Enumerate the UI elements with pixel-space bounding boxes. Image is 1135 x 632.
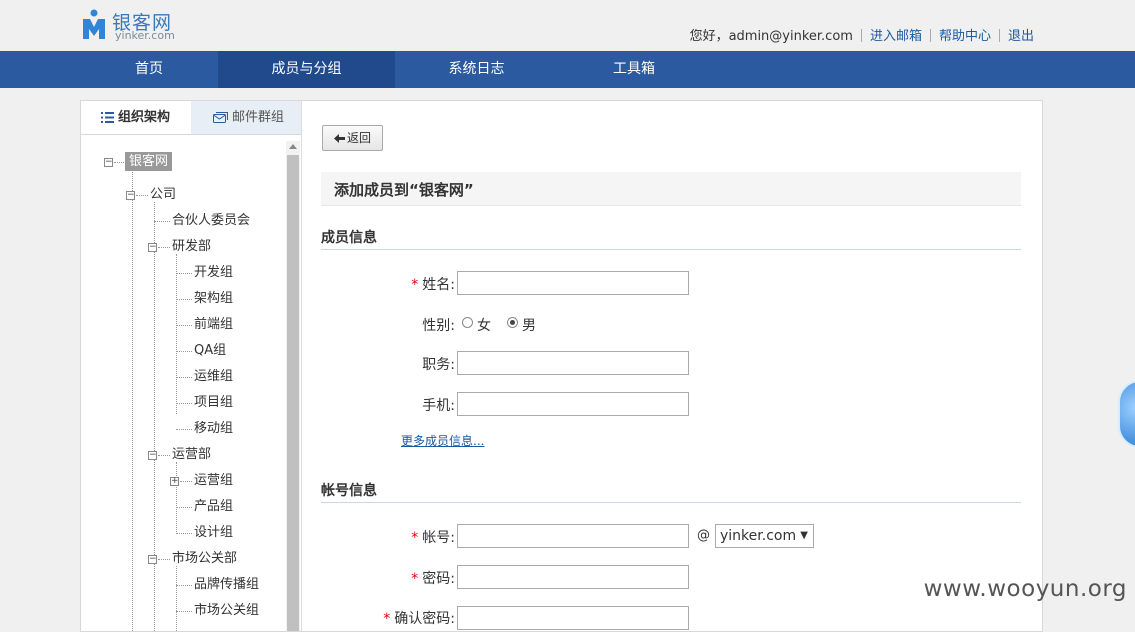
account-info-section: 帐号信息 (321, 480, 1021, 503)
tab-mail-label: 邮件群组 (232, 110, 285, 125)
tree-node-project[interactable]: 项目组 (194, 393, 233, 413)
logout-link[interactable]: 退出 (1008, 29, 1034, 44)
tree-collapse-icon[interactable]: − (148, 243, 157, 252)
tree-collapse-icon[interactable]: − (148, 555, 157, 564)
tab-org-structure[interactable]: 组织架构 (81, 101, 191, 134)
tree-node-ops[interactable]: 运营部 (172, 445, 211, 465)
tree-expand-icon[interactable]: + (170, 477, 179, 486)
tree-node-frontend[interactable]: 前端组 (194, 315, 233, 335)
tree-collapse-icon[interactable]: − (126, 191, 135, 200)
back-button[interactable]: 返回 (322, 125, 383, 151)
gender-label: 性别: (422, 318, 455, 334)
mobile-input[interactable] (457, 392, 689, 416)
more-member-info-link[interactable]: 更多成员信息... (401, 432, 484, 449)
tree-collapse-icon[interactable]: − (148, 451, 157, 460)
at-sign: @ (697, 528, 710, 543)
password-input[interactable] (457, 565, 689, 589)
logo-icon (83, 9, 105, 39)
tab-org-label: 组织架构 (118, 110, 171, 125)
confirm-password-label: * 确认密码: (383, 611, 455, 627)
sidebar-tabs: 组织架构 邮件群组 (81, 101, 301, 135)
scroll-up-arrow-icon[interactable] (289, 144, 297, 149)
gender-male-radio[interactable] (507, 317, 518, 328)
watermark-text: www.wooyun.org (923, 576, 1127, 602)
domain-select-value: yinker.com (720, 528, 797, 544)
tab-mail-groups[interactable]: 邮件群组 (191, 101, 301, 134)
gender-male-label: 男 (522, 318, 536, 334)
dropdown-arrow-icon: ▼ (800, 530, 808, 541)
org-tree: − 银客网 − 公司 合伙人委员会 − 研发部 开发组 架构组 前端组 QA组 … (81, 135, 286, 631)
top-bar: 银客网 yinker.com 您好，admin@yinker.com 进入邮箱 帮助… (0, 0, 1135, 51)
member-section-title: 成员信息 (321, 230, 377, 246)
tree-node-brand[interactable]: 品牌传播组 (194, 575, 259, 595)
tree-node-pr[interactable]: 市场公关组 (194, 601, 259, 621)
position-input[interactable] (457, 351, 689, 375)
name-input[interactable] (457, 271, 689, 295)
tree-node-design[interactable]: 设计组 (194, 523, 233, 543)
mobile-label: 手机: (422, 398, 455, 414)
tree-node-root[interactable]: 银客网 (125, 152, 173, 172)
tree-node-rd[interactable]: 研发部 (172, 237, 211, 257)
tree-node-company[interactable]: 公司 (150, 185, 176, 205)
tree-node-ops-group[interactable]: 运营组 (194, 471, 233, 491)
confirm-password-input[interactable] (457, 606, 689, 630)
tree-node-mobile[interactable]: 移动组 (194, 419, 233, 439)
tree-node-arch[interactable]: 架构组 (194, 289, 233, 309)
floating-service-button[interactable] (1118, 380, 1135, 448)
tree-node-dev[interactable]: 开发组 (194, 263, 233, 283)
nav-home[interactable]: 首页 (80, 51, 218, 88)
back-label: 返回 (346, 131, 371, 145)
nav-logs[interactable]: 系统日志 (395, 51, 558, 88)
content-panel: 组织架构 邮件群组 − 银客网 − 公司 合伙人委员会 − 研发部 开发组 架构… (80, 100, 1043, 632)
password-label: * 密码: (411, 571, 455, 587)
position-label: 职务: (422, 357, 455, 373)
account-input[interactable] (457, 524, 689, 548)
tree-node-partner[interactable]: 合伙人委员会 (172, 211, 250, 231)
tree-node-devops[interactable]: 运维组 (194, 367, 233, 387)
tree-scrollbar[interactable] (286, 141, 300, 631)
main-form-area: 返回 添加成员到“银客网” 成员信息 * 姓名: 性别: 女 男 职务: 手机: … (321, 101, 1021, 631)
mail-group-icon (213, 112, 228, 123)
form-title-bar: 添加成员到“银客网” (321, 172, 1021, 206)
nav-members[interactable]: 成员与分组 (218, 51, 395, 88)
gender-female-label: 女 (477, 318, 491, 334)
form-title: 添加成员到“银客网” (334, 181, 474, 199)
name-label: * 姓名: (411, 277, 455, 293)
scroll-thumb[interactable] (287, 155, 299, 631)
tree-collapse-icon[interactable]: − (104, 158, 113, 167)
account-label: * 帐号: (411, 530, 455, 546)
greeting-text: 您好，admin@yinker.com (689, 29, 853, 44)
member-info-section: 成员信息 (321, 227, 1021, 250)
nav-tools[interactable]: 工具箱 (558, 51, 710, 88)
back-arrow-icon (333, 134, 345, 143)
list-icon (101, 112, 114, 123)
domain-select[interactable]: yinker.com ▼ (715, 524, 814, 548)
tree-node-qa[interactable]: QA组 (194, 341, 226, 361)
user-bar: 您好，admin@yinker.com 进入邮箱 帮助中心 退出 (690, 25, 1034, 44)
brand-logo[interactable]: 银客网 yinker.com (82, 6, 192, 44)
webmail-link[interactable]: 进入邮箱 (870, 29, 922, 44)
help-link[interactable]: 帮助中心 (939, 29, 991, 44)
account-section-title: 帐号信息 (321, 483, 377, 499)
main-nav: 首页 成员与分组 系统日志 工具箱 (0, 51, 1135, 88)
brand-name-en: yinker.com (115, 29, 175, 42)
sidebar: 组织架构 邮件群组 − 银客网 − 公司 合伙人委员会 − 研发部 开发组 架构… (81, 101, 302, 631)
gender-female-radio[interactable] (462, 317, 473, 328)
tree-node-product[interactable]: 产品组 (194, 497, 233, 517)
tree-node-mkt[interactable]: 市场公关部 (172, 549, 237, 569)
